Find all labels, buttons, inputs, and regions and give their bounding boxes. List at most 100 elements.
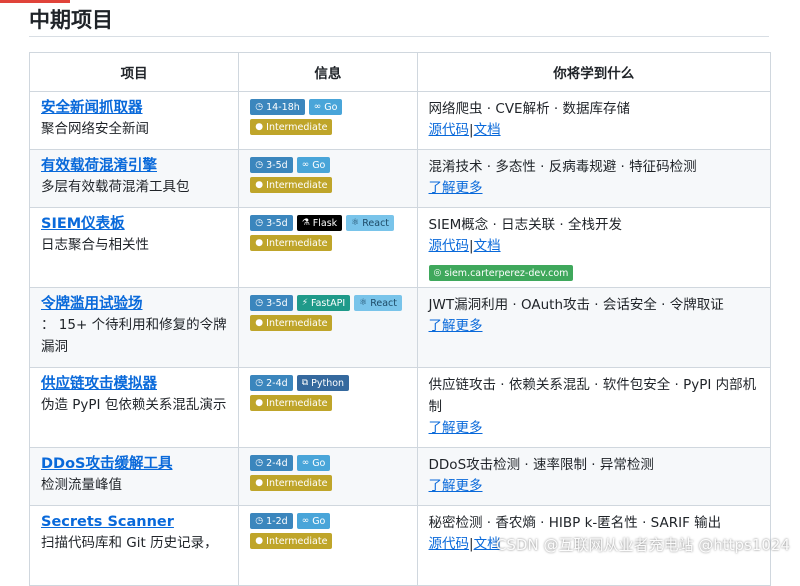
learn-more-link[interactable]: 了解更多 xyxy=(429,418,764,438)
badge-label: Go xyxy=(312,457,326,469)
website-label: siem.carterperez-dev.com xyxy=(444,267,569,279)
project-link[interactable]: 供应链攻击模拟器 xyxy=(41,374,230,394)
table-row: 有效载荷混淆引擎多层有效载荷混淆工具包 ◷ 3-5d ∞ Go ● Intermediate… xyxy=(28,149,772,208)
project-link[interactable]: SIEM仪表板 xyxy=(41,214,230,234)
clock-icon: ◷ xyxy=(255,458,264,468)
level-badge: ● Intermediate xyxy=(250,315,333,331)
go-badge: ∞ Go xyxy=(296,157,331,173)
learn-cell: 网络爬虫 · CVE解析 · 数据库存储 源代码|文档 xyxy=(416,91,772,150)
project-description: 扫描代码库和 Git 历史记录， xyxy=(41,535,218,551)
site-wrap: ◎ siem.carterperez-dev.com xyxy=(428,260,764,281)
badge-label: 3-5d xyxy=(266,297,288,309)
badge-label: Intermediate xyxy=(266,179,328,191)
dot-icon: ● xyxy=(255,398,264,408)
badge-group: ◷ 14-18h ∞ Go ● Intermediate xyxy=(250,99,410,135)
react-badge: ⚛ React xyxy=(354,295,403,311)
level-badge: ● Intermediate xyxy=(250,475,333,491)
level-badge: ● Intermediate xyxy=(250,395,333,411)
dot-icon: ● xyxy=(255,478,264,488)
clock-icon: ◷ xyxy=(255,516,264,526)
learn-cell: 混淆技术 · 多态性 · 反病毒规避 · 特征码检测了解更多 xyxy=(416,149,772,208)
source-code-link[interactable]: 源代码 xyxy=(429,238,470,254)
project-link[interactable]: 令牌滥用试验场 xyxy=(41,294,230,314)
react-badge: ⚛ React xyxy=(346,215,395,231)
badge-group: ◷ 3-5d ⚗ Flask ⚛ React ● Intermediate xyxy=(250,215,410,251)
project-link[interactable]: Secrets Scanner xyxy=(41,512,230,532)
learn-cell: JWT漏洞利用 · OAuth攻击 · 会话安全 · 令牌取证 了解更多 xyxy=(416,287,772,368)
globe-icon: ◎ xyxy=(433,268,442,278)
badge-label: Intermediate xyxy=(266,397,328,409)
table-row: 安全新闻抓取器 聚合网络安全新闻 ◷ 14-18h ∞ Go ● Intermediate 网络… xyxy=(28,91,772,150)
badge-label: 3-5d xyxy=(266,159,288,171)
level-badge: ● Intermediate xyxy=(250,235,333,251)
project-description: 聚合网络安全新闻 xyxy=(41,121,149,137)
time-badge: ◷ 3-5d xyxy=(250,215,293,231)
resource-links: 源代码|文档 xyxy=(429,236,764,256)
react-icon: ⚛ xyxy=(359,298,368,308)
learn-more-link[interactable]: 了解更多 xyxy=(429,316,764,336)
badge-label: 14-18h xyxy=(266,101,300,113)
badge-label: Go xyxy=(324,101,338,113)
table-body: 安全新闻抓取器 聚合网络安全新闻 ◷ 14-18h ∞ Go ● Intermediate 网络… xyxy=(28,91,772,586)
badge-label: Go xyxy=(312,159,326,171)
project-cell: SIEM仪表板 日志聚合与相关性 xyxy=(28,207,240,288)
learn-more-link[interactable]: 了解更多 xyxy=(429,178,764,198)
badge-label: React xyxy=(362,217,390,229)
go-icon: ∞ xyxy=(301,516,310,526)
learn-more-link[interactable]: 了解更多 xyxy=(429,476,764,496)
dot-icon: ● xyxy=(255,238,264,248)
clock-icon: ◷ xyxy=(255,160,264,170)
learn-cell: DDoS攻击检测 · 速率限制 · 异常检测了解更多 xyxy=(416,447,772,506)
learn-topics: 混淆技术 · 多态性 · 反病毒规避 · 特征码检测 xyxy=(428,159,697,175)
project-description: 伪造 PyPI 包依赖关系混乱演示 xyxy=(41,397,227,413)
clock-icon: ◷ xyxy=(255,218,264,228)
table-header-row: 项目 信息 你将学到什么 xyxy=(28,52,772,92)
project-description: 多层有效载荷混淆工具包 xyxy=(41,179,190,195)
title-divider xyxy=(29,36,769,37)
active-tab-indicator xyxy=(0,0,70,3)
project-link[interactable]: 有效载荷混淆引擎 xyxy=(41,156,230,176)
project-cell: 令牌滥用试验场 ： 15+ 个待利用和修复的令牌漏洞 xyxy=(28,287,240,368)
source-code-link[interactable]: 源代码 xyxy=(429,536,470,552)
badge-label: 1-2d xyxy=(266,515,288,527)
docs-link[interactable]: 文档 xyxy=(474,238,501,254)
learn-topics: DDoS攻击检测 · 速率限制 · 异常检测 xyxy=(428,457,654,473)
clock-icon: ◷ xyxy=(255,378,264,388)
badge-label: Flask xyxy=(312,217,338,229)
time-badge: ◷ 1-2d xyxy=(250,513,293,529)
docs-link[interactable]: 文档 xyxy=(474,122,501,138)
flask-badge: ⚗ Flask xyxy=(296,215,343,231)
project-link[interactable]: 安全新闻抓取器 xyxy=(41,98,230,118)
badge-label: Intermediate xyxy=(266,477,328,489)
project-cell: 安全新闻抓取器聚合网络安全新闻 xyxy=(28,91,240,150)
go-badge: ∞ Go xyxy=(308,99,343,115)
badge-label: Intermediate xyxy=(266,121,328,133)
header-project: 项目 xyxy=(28,52,240,92)
go-icon: ∞ xyxy=(313,102,322,112)
info-cell: ◷ 14-18h ∞ Go ● Intermediate xyxy=(238,91,418,150)
clock-icon: ◷ xyxy=(255,298,264,308)
top-strip xyxy=(0,0,800,3)
go-icon: ∞ xyxy=(301,160,310,170)
badge-label: 3-5d xyxy=(266,217,288,229)
level-badge: ● Intermediate xyxy=(250,533,333,549)
source-code-link[interactable]: 源代码 xyxy=(429,122,470,138)
badge-group: ◷ 2-4d ⧉ Python ● Intermediate xyxy=(250,375,410,411)
badge-group: ◷ 3-5d ⚡ FastAPI ⚛ React ● Intermediate xyxy=(250,295,410,331)
website-badge[interactable]: ◎ siem.carterperez-dev.com xyxy=(428,265,574,281)
project-link[interactable]: DDoS攻击缓解工具 xyxy=(41,454,230,474)
learn-topics: 供应链攻击 · 依赖关系混乱 · 软件包安全 · PyPI 内部机制 xyxy=(428,377,757,415)
time-badge: ◷ 3-5d xyxy=(250,295,293,311)
badge-label: 2-4d xyxy=(266,457,288,469)
project-description: ： 15+ 个待利用和修复的令牌漏洞 xyxy=(41,317,227,355)
dot-icon: ● xyxy=(255,180,264,190)
info-cell: ◷ 1-2d ∞ Go ● Intermediate xyxy=(238,505,418,586)
info-cell: ◷ 3-5d ∞ Go ● Intermediate xyxy=(238,149,418,208)
badge-label: Intermediate xyxy=(266,317,328,329)
project-cell: 供应链攻击模拟器伪造 PyPI 包依赖关系混乱演示 xyxy=(28,367,240,448)
project-cell: DDoS攻击缓解工具 检测流量峰值 xyxy=(28,447,240,506)
project-cell: Secrets Scanner 扫描代码库和 Git 历史记录， xyxy=(28,505,240,586)
table-row: 令牌滥用试验场： 15+ 个待利用和修复的令牌漏洞 ◷ 3-5d ⚡ FastAPI ⚛ R… xyxy=(28,287,772,368)
learn-cell: SIEM概念 · 日志关联 · 全栈开发 源代码|文档 ◎ siem.carterpe… xyxy=(416,207,772,288)
badge-label: FastAPI xyxy=(311,297,346,309)
